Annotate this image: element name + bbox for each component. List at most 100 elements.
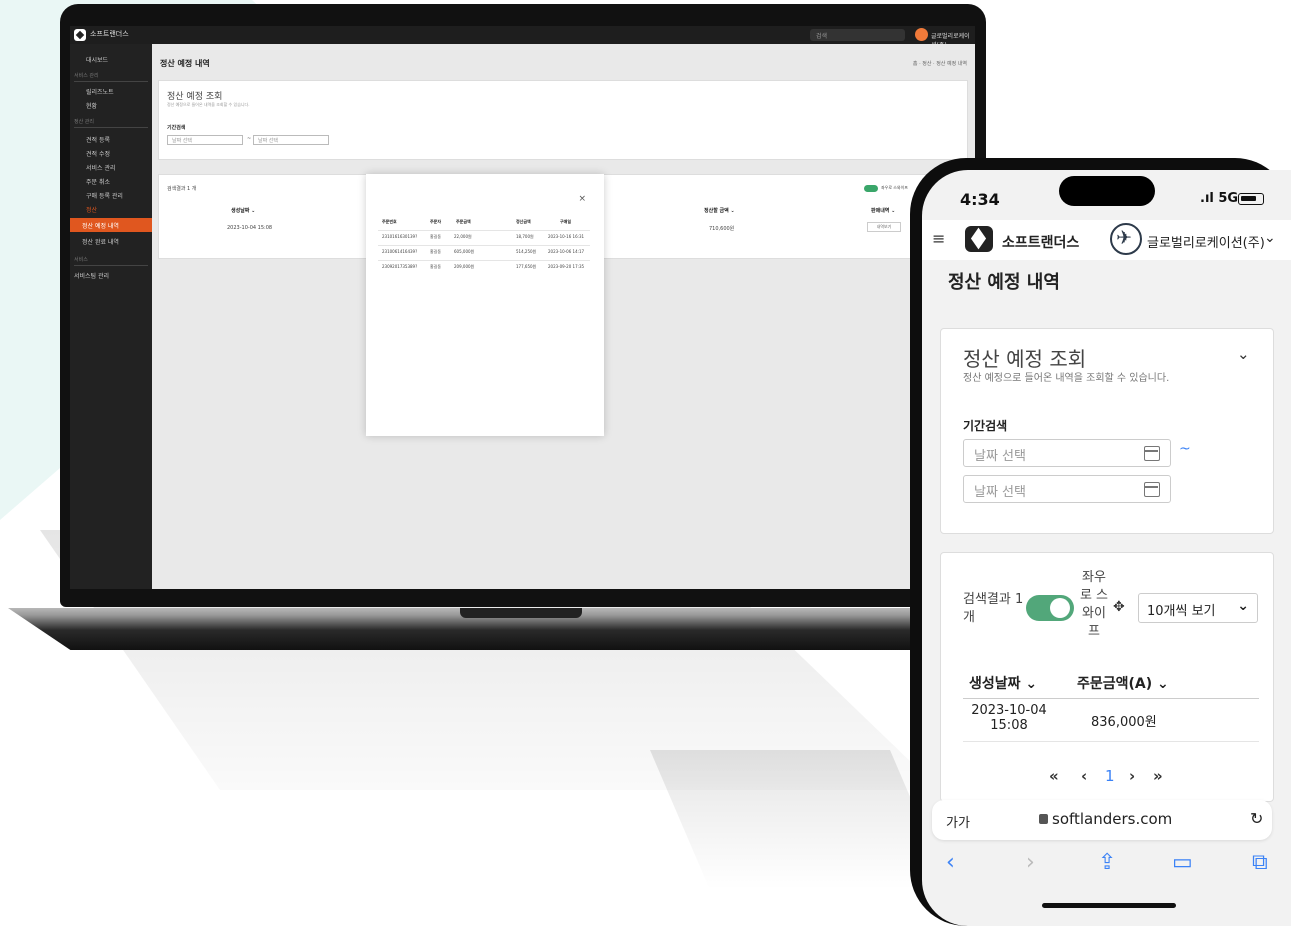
result-card: 검색결과 1 개 좌우로 스와이프 ✥ 10개씩 보기 ⌄ 생성날짜 ⌄ 주문금… <box>940 552 1274 802</box>
cell: 2310061416439? <box>382 249 418 254</box>
cell: 514,250원 <box>516 249 537 254</box>
menu-icon[interactable]: ≡ <box>932 229 945 248</box>
modal-header-order-amount: 주문금액 <box>456 219 471 224</box>
result-count: 검색결과 1 개 <box>167 186 197 192</box>
cell: 2309201735389? <box>382 264 418 269</box>
sidebar-item-purchase[interactable]: 구매 등록 관리 <box>70 188 152 202</box>
pager-last-button[interactable]: » <box>1153 767 1163 785</box>
modal-header-purchase-date: 구매일 <box>560 219 572 224</box>
pager-current-page[interactable]: 1 <box>1105 767 1115 785</box>
share-icon[interactable]: ⇪ <box>1098 850 1116 875</box>
column-header-detail[interactable]: 판매내역 ⌄ <box>871 207 895 214</box>
chevron-down-icon[interactable]: ⌄ <box>1237 345 1250 363</box>
swipe-toggle-label: 좌우로 스와이프 <box>1079 570 1109 639</box>
page-size-select[interactable]: 10개씩 보기 ⌄ <box>1138 593 1258 623</box>
search-card-subtitle: 정산 예정으로 들어온 내역을 조회할 수 있습니다. <box>963 373 1170 384</box>
logo-icon[interactable] <box>965 226 993 252</box>
home-indicator <box>1042 903 1176 908</box>
bookmarks-icon[interactable]: ▭ <box>1172 850 1193 875</box>
divider <box>963 698 1259 699</box>
status-time: 4:34 <box>960 190 1000 209</box>
swipe-toggle[interactable] <box>864 185 878 192</box>
detail-button[interactable]: 내역보기 <box>867 222 901 232</box>
pager-prev-button[interactable]: ‹ <box>1081 767 1087 785</box>
user-menu[interactable]: 글로벌리로케이션(주) <box>915 28 975 49</box>
sidebar-item-settle-plan[interactable]: 정산 예정 내역 <box>70 218 152 232</box>
chevron-down-icon[interactable]: ⌄ <box>1264 230 1276 246</box>
column-header-settle[interactable]: 정산할 금액 ⌄ <box>704 207 735 214</box>
sidebar-item-buy-reg[interactable]: 견적 등록 <box>70 132 152 146</box>
org-avatar <box>1110 223 1142 255</box>
pager-next-button[interactable]: › <box>1129 767 1135 785</box>
forward-icon[interactable]: › <box>1026 850 1035 875</box>
brand-name: 소프트랜더스 <box>1002 235 1080 251</box>
network-label: 5G <box>1218 191 1239 206</box>
sidebar-item-service-mgmt[interactable]: 서비스팀 관리 <box>70 268 152 282</box>
sidebar-item-order[interactable]: 주문 취소 <box>70 174 152 188</box>
table-row: 2310061416439? 홍길동 605,000원 514,250원 202… <box>378 245 590 259</box>
cell: 2023-10-06 14:17 <box>548 249 585 254</box>
reload-icon[interactable]: ↻ <box>1250 809 1263 828</box>
search-input[interactable]: 검색 <box>810 29 905 41</box>
sidebar-item-settle[interactable]: 정산 <box>70 202 152 216</box>
end-date-field[interactable]: 날짜 선택 <box>253 135 329 145</box>
browser-url-bar[interactable]: 가가 softlanders.com ↻ <box>932 800 1272 840</box>
page-title: 정산 예정 내역 <box>160 59 210 68</box>
search-card: 정산 예정 조회 정산 예정으로 들어온 내역을 조회할 수 있습니다. ⌄ 기… <box>940 328 1274 534</box>
modal-header-order-no: 주문번호 <box>382 219 397 224</box>
laptop-screen: 소프트랜더스 검색 글로벌리로케이션(주) 대시보드 서비스 관리 릴리즈노트 … <box>70 26 975 589</box>
row-settle: 710,600원 <box>709 226 735 232</box>
table-row: 2309201735389? 홍길동 209,000원 177,650원 202… <box>378 260 590 274</box>
cell: 18,700원 <box>516 234 534 239</box>
divider <box>963 741 1259 742</box>
result-count: 검색결과 1 개 <box>963 592 1024 625</box>
page-title: 정산 예정 내역 <box>948 272 1060 293</box>
column-header-date[interactable]: 생성날짜 ⌄ <box>969 673 1037 693</box>
order-detail-modal: × 주문번호 주문자 주문금액 정산금액 구매일 2310161630139? … <box>366 174 604 436</box>
end-date-field[interactable]: 날짜 선택 <box>963 475 1171 503</box>
brand-name: 소프트랜더스 <box>90 30 129 38</box>
calendar-icon[interactable] <box>1144 446 1160 461</box>
modal-header-orderer: 주문자 <box>430 219 442 224</box>
column-header-amount[interactable]: 주문금액(A) ⌄ <box>1077 673 1169 693</box>
sidebar-section: 서비스 <box>74 256 148 266</box>
cell: 2023-09-20 17:35 <box>548 264 585 269</box>
marketing-mockup: 소프트랜더스 검색 글로벌리로케이션(주) 대시보드 서비스 관리 릴리즈노트 … <box>0 0 1291 926</box>
swipe-toggle[interactable] <box>1026 595 1074 621</box>
sidebar-item-release[interactable]: 릴리즈노트 <box>70 84 152 98</box>
text-size-button[interactable]: 가가 <box>946 812 970 831</box>
lock-icon <box>1039 814 1048 824</box>
cell: 22,000원 <box>454 234 472 239</box>
tabs-icon[interactable]: ⧉ <box>1252 850 1268 875</box>
search-card: 정산 예정 조회 정산 예정으로 들어온 내역을 조회할 수 있습니다. 기간검… <box>158 80 968 160</box>
page-size-value: 10개씩 보기 <box>1147 604 1216 619</box>
logo-icon[interactable] <box>74 29 86 41</box>
column-header-date[interactable]: 생성날짜 ⌄ <box>231 207 255 214</box>
app-header: ≡ 소프트랜더스 글로벌리로케이션(주) ⌄ <box>922 220 1291 260</box>
sidebar-item-service[interactable]: 서비스 관리 <box>70 160 152 174</box>
signal-indicator: .ıl 5G <box>1200 191 1238 206</box>
pager-first-button[interactable]: « <box>1049 767 1059 785</box>
start-date-field[interactable]: 날짜 선택 <box>963 439 1171 467</box>
cell: 2310161630139? <box>382 234 418 239</box>
url-text[interactable]: softlanders.com <box>1052 810 1172 828</box>
close-icon[interactable]: × <box>578 194 586 204</box>
calendar-icon[interactable] <box>1144 482 1160 497</box>
date-separator: ~ <box>247 136 252 142</box>
cell: 2023-10-16 16:31 <box>548 234 585 239</box>
cell: 홍길동 <box>430 249 442 254</box>
search-card-title: 정산 예정 조회 <box>167 92 223 102</box>
chevron-down-icon: ⌄ <box>1237 598 1249 614</box>
top-bar: 소프트랜더스 검색 글로벌리로케이션(주) <box>70 26 975 49</box>
sidebar-item-settle-done[interactable]: 정산 완료 내역 <box>70 234 152 248</box>
dynamic-island <box>1059 176 1155 206</box>
back-icon[interactable]: ‹ <box>946 850 955 875</box>
sidebar-item-status[interactable]: 현황 <box>70 98 152 112</box>
period-label: 기간검색 <box>167 125 186 131</box>
start-date-field[interactable]: 날짜 선택 <box>167 135 243 145</box>
org-name[interactable]: 글로벌리로케이션(주) <box>1147 232 1265 251</box>
sidebar-item-dashboard[interactable]: 대시보드 <box>70 52 152 66</box>
sidebar: 대시보드 서비스 관리 릴리즈노트 현황 정산 관리 견적 등록 견적 수정 서… <box>70 44 152 589</box>
sidebar-item-buy-mod[interactable]: 견적 수정 <box>70 146 152 160</box>
move-icon: ✥ <box>1113 599 1125 615</box>
